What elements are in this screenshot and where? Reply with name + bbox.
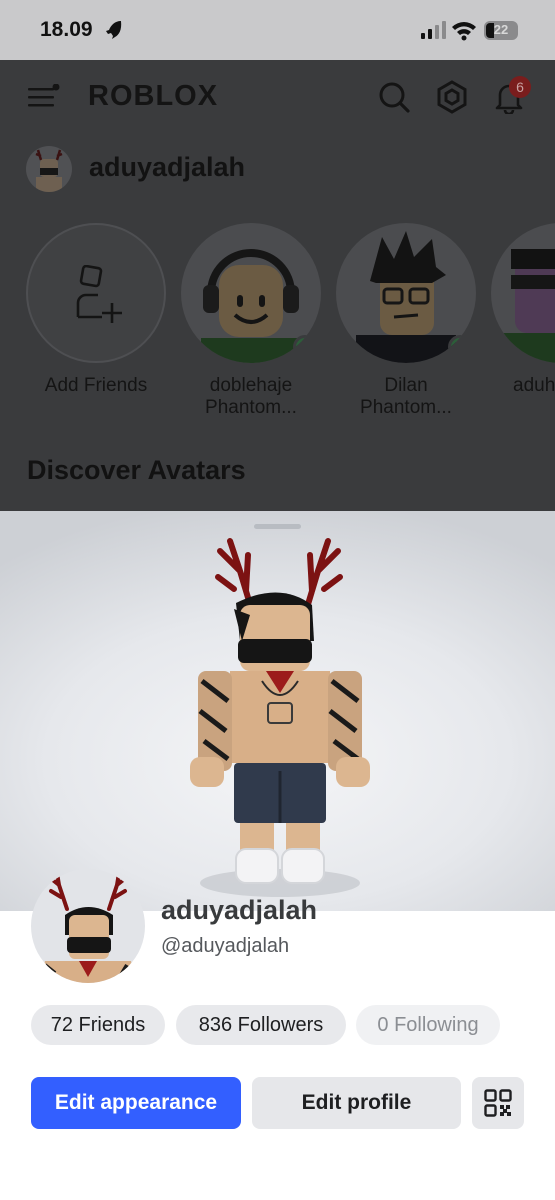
display-name: aduyadjalah (161, 895, 318, 925)
home-screen: ROBLOX 6 aduyadjalah Add Friends dobleha… (0, 60, 555, 512)
user-avatar[interactable] (26, 146, 72, 192)
friend-status: Phantom... (205, 397, 297, 418)
friend-avatar[interactable] (336, 223, 476, 363)
add-friends-item[interactable]: Add Friends (26, 223, 166, 397)
wifi-icon (452, 22, 476, 41)
add-friend-icon (76, 265, 122, 323)
status-bar: 18.09 22 (0, 0, 555, 60)
menu-icon[interactable] (28, 84, 60, 110)
friend-name: Dilan (384, 375, 428, 396)
robux-icon[interactable] (435, 80, 469, 114)
discover-avatars-heading: Discover Avatars (27, 455, 246, 485)
online-indicator (293, 335, 317, 359)
friend-avatar-image (491, 249, 555, 363)
search-icon[interactable] (377, 80, 411, 114)
friend-item[interactable]: doblehaje Phantom... (181, 223, 321, 419)
profile-sheet: aduyadjalah @aduyadjalah 72 Friends 836 … (0, 511, 555, 1200)
user-name[interactable]: aduyadjalah (89, 152, 245, 183)
username: @aduyadjalah (161, 935, 290, 957)
profile-picture[interactable] (31, 869, 145, 983)
add-friends-button[interactable] (26, 223, 166, 363)
followers-count-button[interactable]: 836 Followers (176, 1005, 346, 1045)
qr-code-button[interactable] (472, 1077, 524, 1129)
rocket-icon (106, 21, 122, 39)
friend-name: Add Friends (44, 375, 148, 396)
battery-icon: 22 (484, 21, 518, 40)
friend-status: Phantom... (360, 397, 452, 418)
friend-name: aduh (513, 375, 555, 396)
drag-handle[interactable] (254, 524, 301, 529)
friends-count-button[interactable]: 72 Friends (31, 1005, 165, 1045)
edit-appearance-button[interactable]: Edit appearance (31, 1077, 241, 1129)
roblox-logo[interactable]: ROBLOX (88, 80, 218, 113)
battery-level: 22 (493, 22, 509, 37)
online-indicator (448, 335, 472, 359)
signal-icon (421, 21, 446, 39)
avatar-3d-model (190, 538, 370, 897)
following-count-button[interactable]: 0 Following (356, 1005, 500, 1045)
friend-avatar[interactable] (181, 223, 321, 363)
friend-item[interactable]: Dilan Phantom... (336, 223, 476, 419)
qr-code-icon (484, 1089, 512, 1117)
edit-profile-button[interactable]: Edit profile (252, 1077, 461, 1129)
friend-name: doblehaje (209, 375, 293, 396)
profile-picture-image (41, 871, 135, 983)
notification-badge: 6 (509, 76, 531, 98)
friend-item[interactable]: aduh (491, 223, 555, 397)
friend-avatar[interactable] (491, 223, 555, 363)
status-time: 18.09 (40, 18, 93, 41)
